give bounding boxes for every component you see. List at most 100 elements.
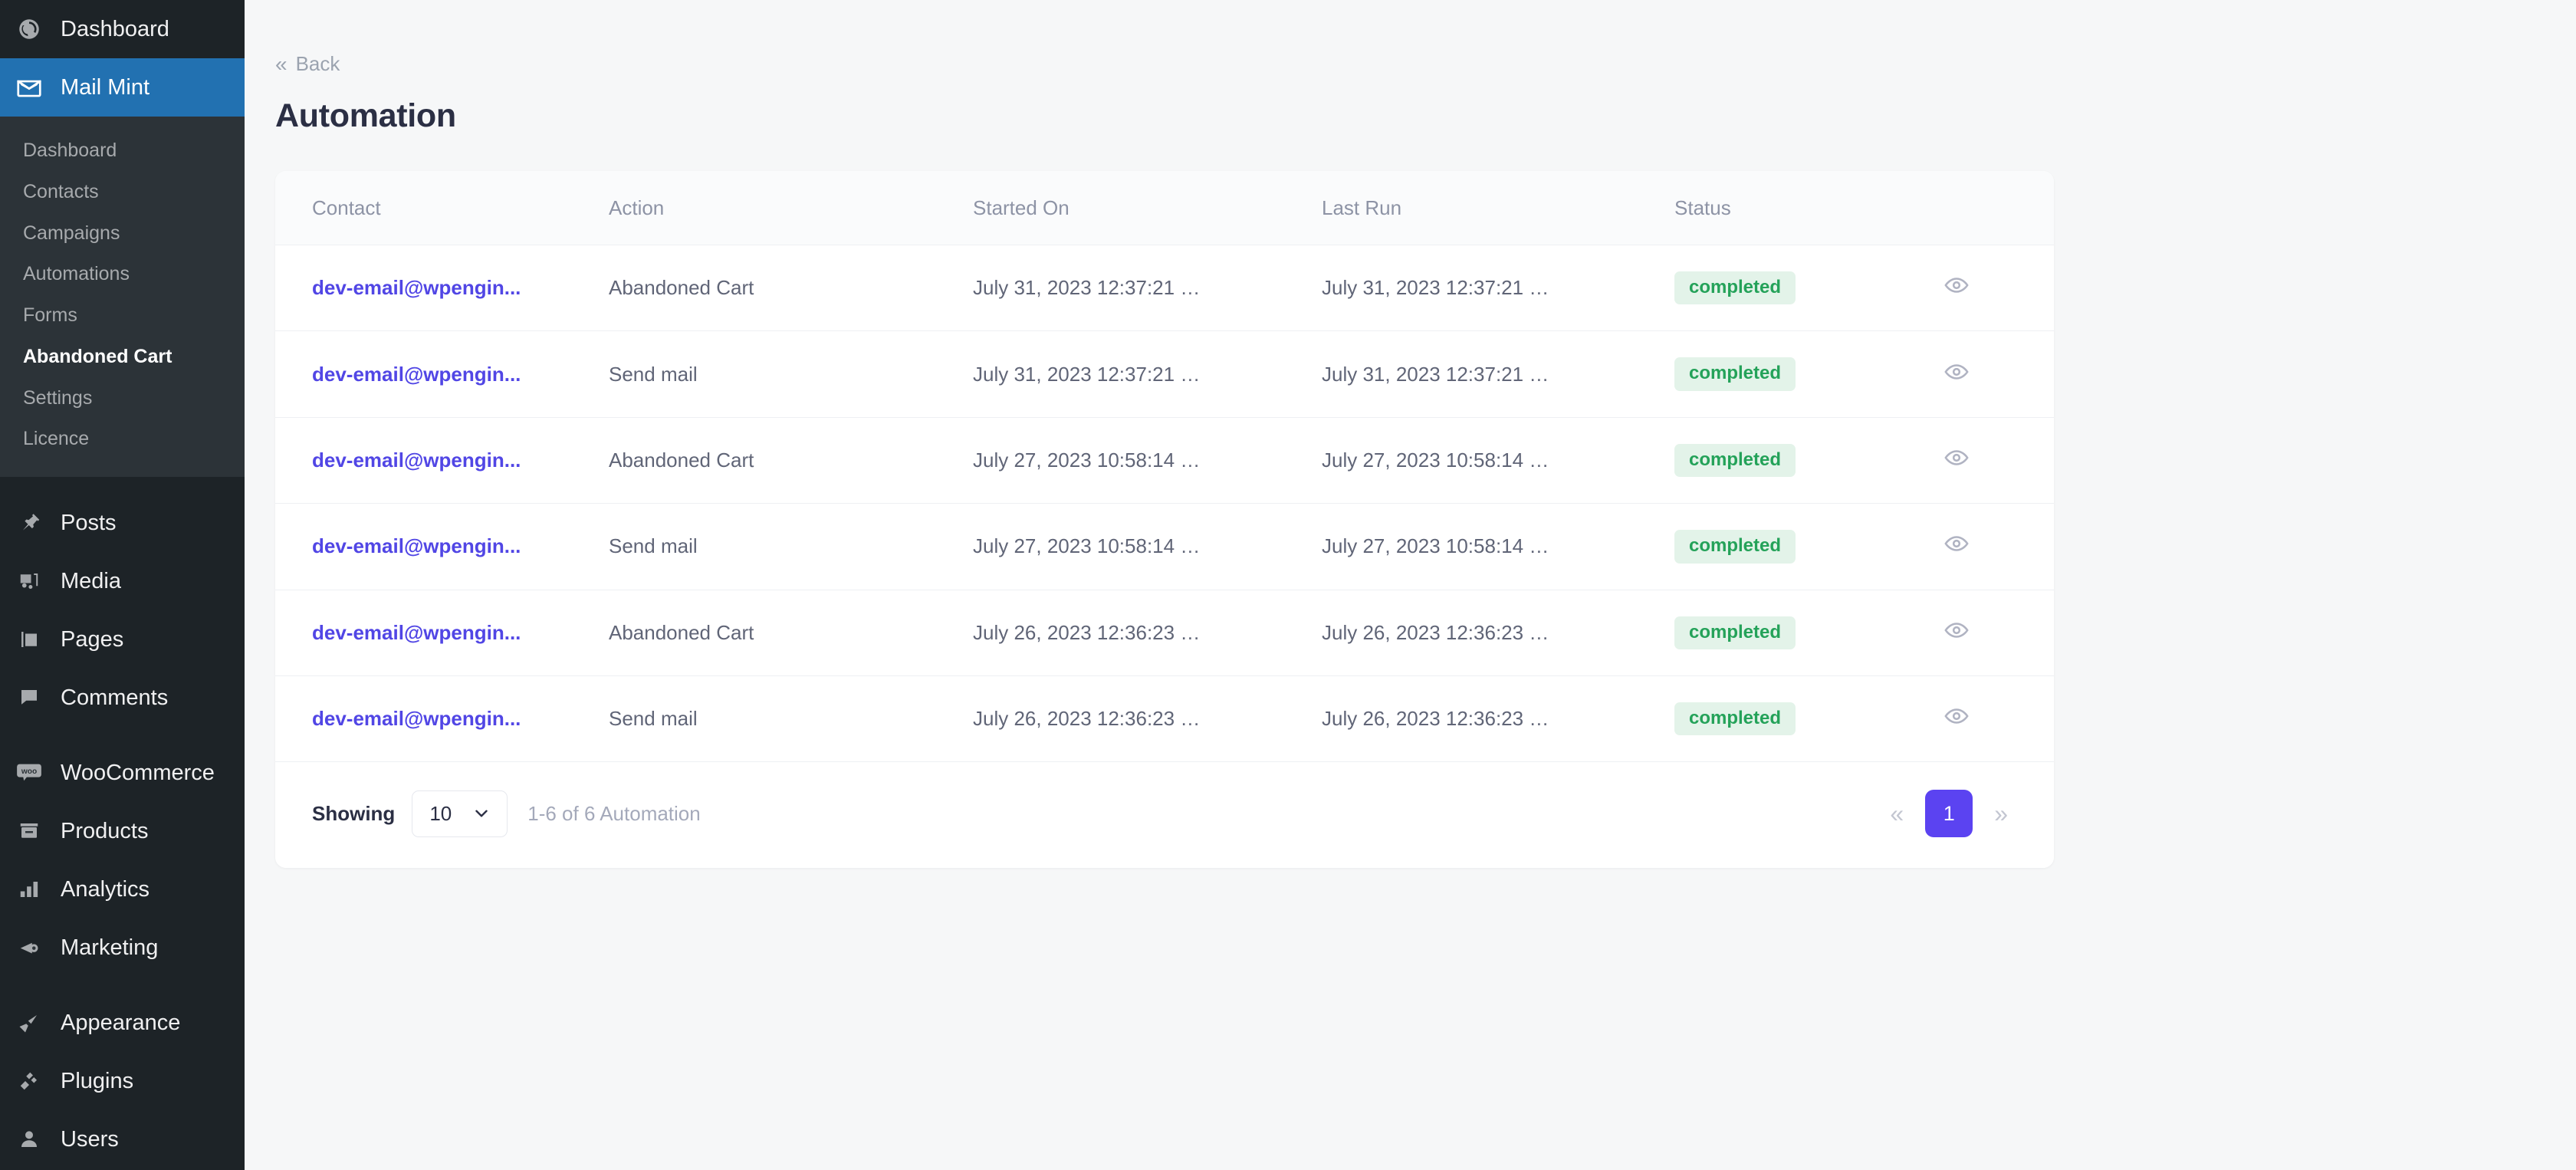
- cell-status: completed: [1674, 330, 1939, 418]
- last-page-button[interactable]: »: [1985, 794, 2017, 833]
- submenu-item-dashboard[interactable]: Dashboard: [0, 130, 245, 172]
- column-header-contact: Contact: [275, 171, 609, 245]
- status-badge: completed: [1674, 443, 1796, 478]
- contact-link[interactable]: dev-email@wpengin...: [312, 534, 521, 557]
- sidebar-item-label: Analytics: [61, 876, 150, 902]
- pagination: « 1 »: [1881, 790, 2017, 838]
- sidebar-item-label: Products: [61, 818, 149, 843]
- eye-icon: [1944, 272, 1970, 301]
- cell-contact: dev-email@wpengin...: [275, 675, 609, 763]
- sidebar-item-woocommerce[interactable]: woo WooCommerce: [0, 744, 245, 802]
- contact-link[interactable]: dev-email@wpengin...: [312, 363, 521, 386]
- sidebar-item-plugins[interactable]: Plugins: [0, 1052, 245, 1110]
- pin-icon: [13, 507, 45, 539]
- pages-icon: [13, 623, 45, 656]
- cell-started-on: July 26, 2023 12:36:23 …: [973, 590, 1322, 676]
- cell-view: [1939, 330, 2054, 418]
- main-content: « Back Automation Contact Action Started…: [245, 0, 2576, 1170]
- column-header-started-on: Started On: [973, 171, 1322, 245]
- products-icon: [13, 815, 45, 847]
- back-label: Back: [295, 52, 340, 75]
- cell-action: Abandoned Cart: [609, 417, 973, 504]
- sidebar-item-label: Appearance: [61, 1010, 181, 1035]
- submenu-item-automations[interactable]: Automations: [0, 254, 245, 295]
- cell-contact: dev-email@wpengin...: [275, 417, 609, 504]
- media-icon: [13, 565, 45, 597]
- column-header-last-run: Last Run: [1322, 171, 1674, 245]
- sidebar-item-label: Media: [61, 568, 121, 593]
- submenu-item-settings[interactable]: Settings: [0, 378, 245, 419]
- submenu-item-licence[interactable]: Licence: [0, 419, 245, 460]
- user-icon: [13, 1123, 45, 1155]
- back-button[interactable]: « Back: [275, 52, 340, 76]
- cell-action: Abandoned Cart: [609, 245, 973, 332]
- sidebar-item-comments[interactable]: Comments: [0, 669, 245, 727]
- sidebar-item-products[interactable]: Products: [0, 802, 245, 860]
- cell-action: Abandoned Cart: [609, 590, 973, 676]
- table-row: dev-email@wpengin... Abandoned Cart July…: [275, 245, 2054, 332]
- cell-contact: dev-email@wpengin...: [275, 590, 609, 676]
- table-footer: Showing 10 1-6 of 6 Automation « 1 »: [275, 762, 2054, 869]
- double-chevron-left-icon: «: [275, 51, 288, 76]
- analytics-icon: [13, 873, 45, 905]
- page-button-1[interactable]: 1: [1925, 790, 1973, 838]
- contact-link[interactable]: dev-email@wpengin...: [312, 621, 521, 644]
- submenu-item-contacts[interactable]: Contacts: [0, 172, 245, 213]
- megaphone-icon: [13, 932, 45, 964]
- first-page-button[interactable]: «: [1881, 794, 1913, 833]
- view-details-button[interactable]: [1944, 272, 1970, 301]
- table-row: dev-email@wpengin... Send mail July 26, …: [275, 675, 2054, 763]
- sidebar-item-posts[interactable]: Posts: [0, 494, 245, 552]
- view-details-button[interactable]: [1944, 359, 1970, 387]
- sidebar-divider-3: [0, 977, 245, 994]
- sidebar-item-pages[interactable]: Pages: [0, 610, 245, 669]
- cell-contact: dev-email@wpengin...: [275, 245, 609, 332]
- view-details-button[interactable]: [1944, 617, 1970, 646]
- cell-last-run: July 26, 2023 12:36:23 …: [1322, 590, 1674, 676]
- per-page-select[interactable]: 10: [412, 790, 508, 837]
- table-body: dev-email@wpengin... Abandoned Cart July…: [275, 245, 2054, 763]
- contact-link[interactable]: dev-email@wpengin...: [312, 449, 521, 472]
- sidebar-item-media[interactable]: Media: [0, 552, 245, 610]
- mail-icon: [13, 71, 45, 104]
- page-title: Automation: [275, 97, 456, 134]
- submenu-item-abandoned-cart[interactable]: Abandoned Cart: [0, 337, 245, 378]
- view-details-button[interactable]: [1944, 531, 1970, 559]
- sidebar-item-appearance[interactable]: Appearance: [0, 994, 245, 1052]
- cell-started-on: July 27, 2023 10:58:14 …: [973, 503, 1322, 590]
- eye-icon: [1944, 703, 1970, 731]
- status-badge: completed: [1674, 357, 1796, 391]
- status-badge: completed: [1674, 616, 1796, 649]
- sidebar-item-label: Mail Mint: [61, 74, 150, 100]
- eye-icon: [1944, 617, 1970, 646]
- sidebar-item-label: Plugins: [61, 1068, 134, 1093]
- contact-link[interactable]: dev-email@wpengin...: [312, 276, 521, 299]
- sidebar-item-dashboard[interactable]: Dashboard: [0, 0, 245, 58]
- cell-status: completed: [1674, 417, 1939, 504]
- cell-started-on: July 31, 2023 12:37:21 …: [973, 245, 1322, 332]
- cell-view: [1939, 503, 2054, 590]
- submenu-item-campaigns[interactable]: Campaigns: [0, 213, 245, 255]
- sidebar-item-label: WooCommerce: [61, 760, 215, 785]
- showing-label: Showing: [312, 801, 396, 825]
- sidebar-item-label: Users: [61, 1126, 119, 1152]
- contact-link[interactable]: dev-email@wpengin...: [312, 707, 521, 730]
- table-row: dev-email@wpengin... Abandoned Cart July…: [275, 590, 2054, 676]
- cell-last-run: July 26, 2023 12:36:23 …: [1322, 675, 1674, 763]
- cell-status: completed: [1674, 590, 1939, 676]
- cell-last-run: July 31, 2023 12:37:21 …: [1322, 330, 1674, 418]
- sidebar-item-mail-mint[interactable]: Mail Mint: [0, 58, 245, 117]
- view-details-button[interactable]: [1944, 703, 1970, 731]
- submenu-item-forms[interactable]: Forms: [0, 295, 245, 337]
- cell-last-run: July 27, 2023 10:58:14 …: [1322, 417, 1674, 504]
- cell-status: completed: [1674, 503, 1939, 590]
- sidebar-item-marketing[interactable]: Marketing: [0, 919, 245, 977]
- cell-view: [1939, 417, 2054, 504]
- cell-contact: dev-email@wpengin...: [275, 503, 609, 590]
- sidebar-item-users[interactable]: Users: [0, 1110, 245, 1168]
- sidebar-item-analytics[interactable]: Analytics: [0, 860, 245, 919]
- status-badge: completed: [1674, 271, 1796, 305]
- status-badge: completed: [1674, 530, 1796, 564]
- table-row: dev-email@wpengin... Send mail July 27, …: [275, 503, 2054, 590]
- view-details-button[interactable]: [1944, 445, 1970, 473]
